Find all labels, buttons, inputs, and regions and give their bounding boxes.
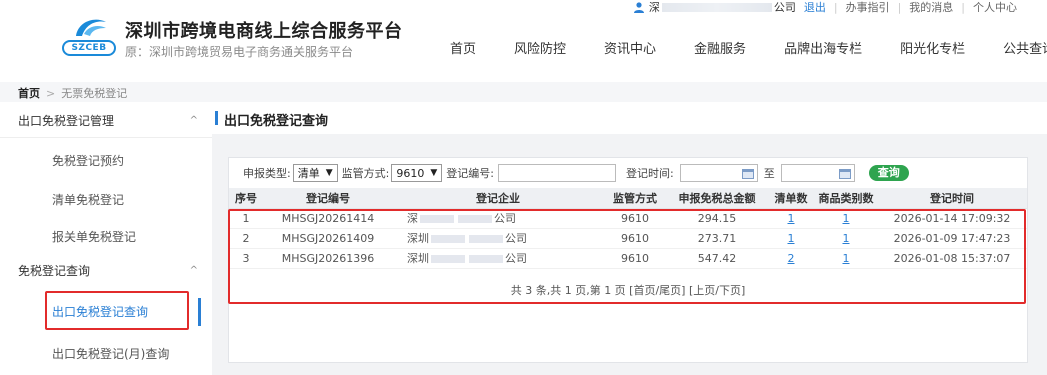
- calendar-icon[interactable]: [741, 168, 754, 179]
- sidebar-group-label: 出口免税登记管理: [18, 114, 115, 128]
- sidebar-item-list-registration[interactable]: 清单免税登记: [0, 183, 212, 217]
- supervision-value: 9610: [396, 166, 425, 180]
- nav-brand-overseas[interactable]: 品牌出海专栏: [784, 38, 862, 57]
- calendar-icon[interactable]: [838, 168, 851, 179]
- divider: |: [897, 0, 902, 14]
- table-header-row: 序号 登记编号 登记企业 监管方式 申报免税总金额 清单数 商品类别数 登记时间: [229, 188, 1027, 209]
- date-end-input[interactable]: [780, 164, 855, 182]
- site-logo[interactable]: SZCEB: [62, 14, 118, 58]
- sidebar-item-monthly-query[interactable]: 出口免税登记(月)查询: [0, 337, 212, 371]
- decl-type-label: 申报类型:: [243, 167, 291, 180]
- col-list-count: 清单数: [767, 188, 815, 209]
- reg-no-input[interactable]: [498, 164, 616, 182]
- breadcrumb-row: 首页 > 无票免税登记: [0, 82, 1047, 102]
- chevron-up-icon: ^: [189, 115, 198, 126]
- user-center-link[interactable]: 个人中心: [973, 0, 1017, 15]
- sidebar-item-customs-registration[interactable]: 报关单免税登记: [0, 220, 212, 254]
- date-start-input[interactable]: [679, 164, 758, 182]
- site-subtitle: 原：深圳市跨境贸易电子商务通关服务平台: [125, 45, 354, 59]
- user-icon: [633, 2, 644, 13]
- nav-finance[interactable]: 金融服务: [694, 38, 746, 57]
- reg-no-label: 登记编号:: [446, 167, 494, 180]
- sidebar-group-management[interactable]: 出口免税登记管理 ^: [0, 104, 212, 138]
- main-nav: 首页 风险防控 资讯中心 金融服务 品牌出海专栏 阳光化专栏 公共查询: [450, 38, 1047, 57]
- reg-time-label: 登记时间:: [626, 167, 674, 180]
- logout-link[interactable]: 退出: [804, 0, 826, 15]
- messages-link[interactable]: 我的消息: [909, 0, 953, 15]
- site-header: SZCEB 深圳市跨境电商线上综合服务平台 原：深圳市跨境贸易电子商务通关服务平…: [0, 0, 1047, 82]
- col-category-count: 商品类别数: [815, 188, 877, 209]
- user-name-suffix: 公司: [773, 1, 796, 14]
- chevron-down-icon: ▼: [430, 168, 438, 178]
- supervision-select[interactable]: 9610 ▼: [391, 164, 443, 182]
- site-title: 深圳市跨境电商线上综合服务平台: [125, 21, 403, 42]
- nav-sunshine[interactable]: 阳光化专栏: [900, 38, 965, 57]
- nav-home[interactable]: 首页: [450, 38, 476, 57]
- chevron-up-icon: ^: [189, 265, 198, 276]
- breadcrumb-current: 无票免税登记: [61, 87, 128, 100]
- section-header: 出口免税登记查询: [212, 102, 1047, 134]
- col-enterprise: 登记企业: [393, 188, 603, 209]
- active-indicator: [198, 298, 201, 326]
- search-form: 申报类型: 清单 ▼ 监管方式: 9610 ▼ 登记编号: 登记时间: 至 查询: [229, 158, 1027, 188]
- breadcrumb-home[interactable]: 首页: [18, 87, 40, 100]
- decl-type-value: 清单: [297, 167, 320, 180]
- guide-link[interactable]: 办事指引: [846, 0, 890, 15]
- highlight-box: [45, 291, 189, 330]
- nav-risk-control[interactable]: 风险防控: [514, 38, 566, 57]
- col-reg-no: 登记编号: [263, 188, 393, 209]
- logo-badge: SZCEB: [62, 40, 116, 56]
- col-seq: 序号: [229, 188, 263, 209]
- col-amount: 申报免税总金额: [667, 188, 767, 209]
- sidebar-item-reservation[interactable]: 免税登记预约: [0, 144, 212, 178]
- divider: |: [961, 0, 965, 14]
- chevron-down-icon: ▼: [325, 168, 333, 178]
- redacted-text: [661, 2, 772, 12]
- decl-type-select[interactable]: 清单 ▼: [292, 164, 338, 182]
- supervision-label: 监管方式:: [341, 167, 390, 180]
- page-title: 出口免税登记查询: [224, 114, 329, 129]
- sidebar: 出口免税登记管理 ^ 免税登记预约 清单免税登记 报关单免税登记 免税登记查询 …: [0, 102, 212, 375]
- sidebar-group-query[interactable]: 免税登记查询 ^: [0, 254, 212, 288]
- nav-public-query[interactable]: 公共查询: [1003, 38, 1047, 57]
- highlight-box: [228, 209, 1026, 304]
- date-range-to-label: 至: [763, 167, 775, 180]
- col-mode: 监管方式: [603, 188, 667, 209]
- logo-swirl-icon: [76, 19, 106, 36]
- main-content: 出口免税登记查询 申报类型: 清单 ▼ 监管方式: 9610 ▼ 登记编号: 登记时…: [212, 102, 1047, 375]
- nav-news[interactable]: 资讯中心: [604, 38, 656, 57]
- sidebar-group-label: 免税登记查询: [18, 264, 91, 278]
- query-button[interactable]: 查询: [868, 165, 909, 181]
- top-bar: 深 公司 退出 | 办事指引 | 我的消息 | 个人中心: [633, 0, 1017, 14]
- breadcrumb: 首页 > 无票免税登记: [18, 85, 127, 101]
- divider: |: [833, 0, 838, 14]
- breadcrumb-separator: >: [46, 87, 56, 100]
- user-name-prefix: 深: [648, 1, 660, 14]
- col-reg-time: 登记时间: [877, 188, 1027, 209]
- title-accent-bar: [215, 111, 218, 125]
